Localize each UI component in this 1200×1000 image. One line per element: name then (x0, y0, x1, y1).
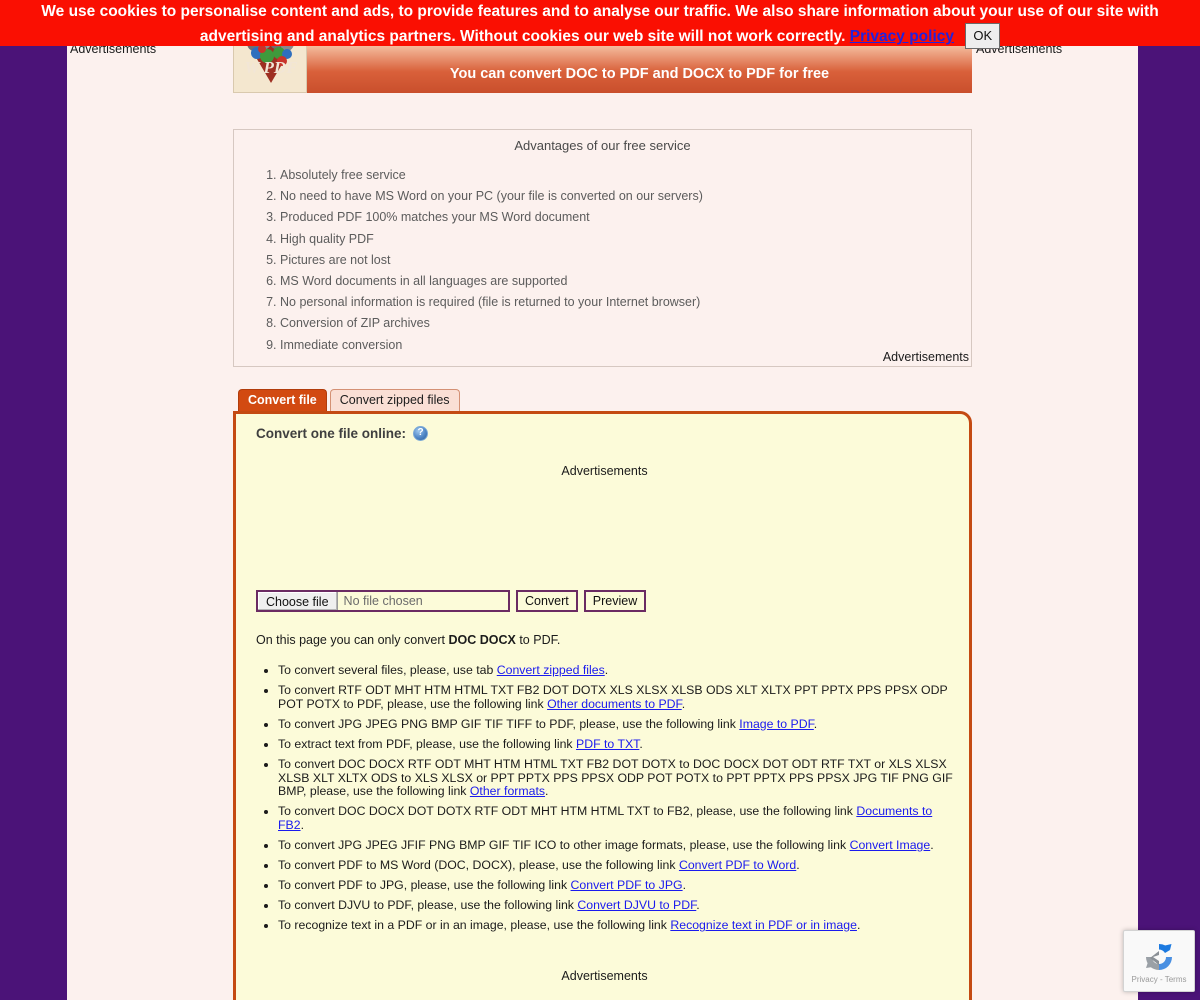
conversion-link-item: To convert JPG JPEG JFIF PNG BMP GIF TIF… (278, 838, 953, 853)
conversion-link-item: To convert JPG JPEG PNG BMP GIF TIF TIFF… (278, 717, 953, 732)
panel-title-text: Convert one file online: (256, 426, 407, 441)
advantages-title: Advantages of our free service (514, 138, 691, 153)
main-content-column: W PDF FREE ONLINE WORD TO PDF CONVERTER … (233, 22, 972, 1000)
recaptcha-label: Privacy - Terms (1131, 975, 1187, 984)
format-note-formats: DOC DOCX (448, 633, 516, 647)
advantage-item: No personal information is required (fil… (280, 292, 971, 313)
page-frame: Advertisements Advertisements W PDF You … (64, 22, 1138, 1000)
preview-button[interactable]: Preview (583, 590, 647, 612)
conversion-link-item: To convert DOC DOCX RTF ODT MHT HTM HTML… (278, 757, 953, 799)
converter-panel: Convert one file online: Advertisements … (233, 411, 972, 1000)
advantage-item: Conversion of ZIP archives (280, 313, 971, 334)
converter-tabs: Convert file Convert zipped files (233, 389, 972, 411)
recaptcha-icon (1142, 940, 1176, 974)
format-note-suffix: to PDF. (515, 633, 561, 647)
link-recognize-text-in-pdf-or-in-image[interactable]: Recognize text in PDF or in image (670, 918, 857, 933)
cookie-ok-button[interactable]: OK (965, 23, 1001, 49)
tab-convert-zipped-files[interactable]: Convert zipped files (329, 389, 460, 411)
conversion-link-item: To convert DJVU to PDF, please, use the … (278, 898, 953, 913)
advantage-item: MS Word documents in all languages are s… (280, 271, 971, 292)
conversion-link-item: To convert several files, please, use ta… (278, 663, 953, 678)
advantage-item: Immediate conversion (280, 335, 971, 356)
panel-top-ads-slot (256, 478, 953, 588)
conversion-link-item: To convert PDF to MS Word (DOC, DOCX), p… (278, 858, 953, 873)
file-input[interactable]: Choose file No file chosen (256, 590, 510, 612)
advantages-list: Absolutely free serviceNo need to have M… (234, 165, 971, 356)
header-subtitle: You can convert DOC to PDF and DOCX to P… (449, 66, 830, 82)
recaptcha-badge[interactable]: Privacy - Terms (1123, 930, 1195, 992)
file-upload-row: Choose file No file chosen Convert Previ… (256, 590, 953, 612)
tab-convert-file[interactable]: Convert file (238, 389, 327, 411)
conversion-link-item: To recognize text in a PDF or in an imag… (278, 919, 953, 933)
conversion-link-item: To extract text from PDF, please, use th… (278, 737, 953, 752)
conversion-link-item: To convert DOC DOCX DOT DOTX RTF ODT MHT… (278, 804, 953, 832)
advantages-ads-label: Advertisements (882, 350, 969, 364)
conversion-link-item: To convert PDF to JPG, please, use the f… (278, 878, 953, 893)
advantage-item: Absolutely free service (280, 165, 971, 186)
link-image-to-pdf[interactable]: Image to PDF (739, 717, 814, 731)
link-convert-djvu-to-pdf[interactable]: Convert DJVU to PDF (577, 898, 696, 912)
conversion-link-item: To convert RTF ODT MHT HTM HTML TXT FB2 … (278, 683, 953, 711)
advantages-panel: Advantages of our free service Absolutel… (233, 129, 972, 367)
format-note: On this page you can only convert DOC DO… (256, 633, 953, 647)
link-convert-pdf-to-jpg[interactable]: Convert PDF to JPG (571, 878, 683, 892)
panel-bottom-ads-label: Advertisements (561, 968, 648, 983)
advantage-item: Produced PDF 100% matches your MS Word d… (280, 207, 971, 228)
svg-text:W PDF: W PDF (244, 58, 298, 77)
conversion-links-list: To convert several files, please, use ta… (256, 663, 953, 933)
advantage-item: High quality PDF (280, 229, 971, 250)
link-pdf-to-txt[interactable]: PDF to TXT (576, 737, 639, 751)
link-other-documents-to-pdf[interactable]: Other documents to PDF (547, 697, 682, 711)
cookie-consent-banner: We use cookies to personalise content an… (0, 0, 1200, 49)
right-advertisement-column: Advertisements (972, 22, 1138, 1000)
link-convert-zipped-files[interactable]: Convert zipped files (497, 663, 605, 677)
panel-top-ads-label: Advertisements (561, 464, 648, 478)
link-convert-pdf-to-word[interactable]: Convert PDF to Word (679, 858, 796, 872)
convert-button[interactable]: Convert (516, 590, 578, 612)
left-advertisement-column: Advertisements (67, 22, 232, 1000)
converter-panel-title: Convert one file online: (256, 425, 953, 441)
advantage-item: No need to have MS Word on your PC (your… (280, 186, 971, 207)
link-convert-image[interactable]: Convert Image (850, 838, 931, 852)
format-note-prefix: On this page you can only convert (256, 633, 449, 647)
advantage-item: Pictures are not lost (280, 250, 971, 271)
choose-file-button[interactable]: Choose file (258, 592, 338, 610)
link-documents-to-fb2[interactable]: Documents to FB2 (278, 804, 932, 832)
page-root: Word to PDFOther documents to PDFImage t… (0, 0, 1200, 1000)
link-other-formats[interactable]: Other formats (470, 784, 545, 798)
file-name-display: No file chosen (343, 594, 423, 608)
help-icon[interactable] (413, 425, 429, 441)
privacy-policy-link[interactable]: Privacy policy (850, 28, 954, 45)
